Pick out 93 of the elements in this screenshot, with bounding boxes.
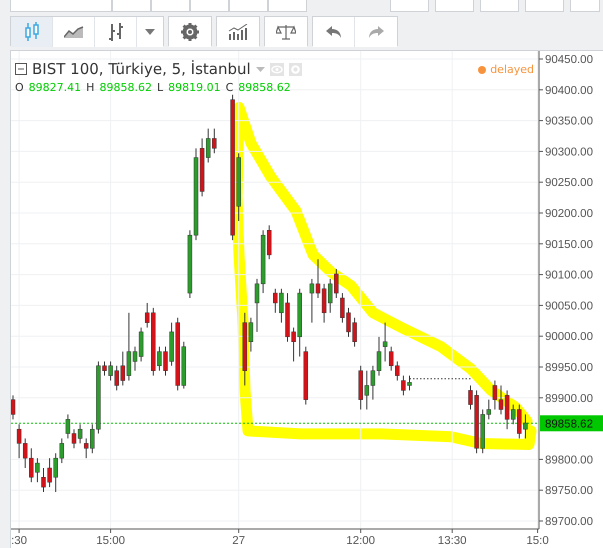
falling-candle <box>212 128 217 154</box>
falling-candle <box>84 438 88 459</box>
rising-candle <box>78 424 82 444</box>
ohlc-label: L <box>156 81 164 94</box>
time-label: 13:30 <box>438 535 467 547</box>
time-label: :30 <box>11 535 28 547</box>
ohlc-label: C <box>226 81 234 94</box>
price-label: 90350.00 <box>545 116 593 128</box>
falling-candle <box>517 404 522 439</box>
toolbar-stub <box>435 0 474 12</box>
time-label: 27 <box>232 535 246 547</box>
price-label: 90050.00 <box>545 300 593 312</box>
ohlc-label: H <box>86 81 94 94</box>
candlestick-button[interactable] <box>11 17 53 47</box>
toolbar-stub <box>525 0 564 12</box>
price-label: 90300.00 <box>545 146 593 158</box>
price-level-line <box>409 378 471 380</box>
area-chart-button[interactable] <box>53 17 95 47</box>
bar-chart-button[interactable] <box>95 17 137 47</box>
price-label: 89750.00 <box>545 485 593 498</box>
rising-candle <box>157 346 162 372</box>
undo-icon <box>326 26 342 38</box>
falling-candle <box>120 351 126 386</box>
rising-candle <box>206 128 210 163</box>
status-text: delayed <box>490 63 534 76</box>
caret-icon <box>145 29 155 35</box>
rising-candle <box>523 414 528 439</box>
price-label: 89900.00 <box>545 392 593 405</box>
ohlc-value: 89819.01 <box>168 81 221 94</box>
toolbar-stub <box>151 0 190 12</box>
falling-candle <box>72 428 76 449</box>
falling-candle <box>114 365 119 391</box>
falling-candle <box>304 346 308 406</box>
rising-candle <box>407 375 412 391</box>
time-label: 12:00 <box>346 535 376 547</box>
toolbar-stub <box>229 0 268 12</box>
price-label: 89950.00 <box>545 362 593 374</box>
balance-scale-icon <box>276 24 296 40</box>
falling-candle <box>266 224 272 260</box>
rising-candle <box>169 322 174 366</box>
toolbar-stub <box>190 0 229 12</box>
rising-candle <box>297 288 302 358</box>
rising-candle <box>279 288 284 324</box>
rising-candle <box>510 404 516 425</box>
current-price-label: 89858.62 <box>540 415 603 432</box>
ohlc-value: 89827.41 <box>28 81 82 94</box>
rising-candle <box>236 152 241 222</box>
rising-candle <box>486 399 492 420</box>
falling-candle <box>273 288 278 314</box>
rising-candle <box>53 452 58 493</box>
redo-icon <box>368 26 384 38</box>
price-label: 90000.00 <box>545 331 593 344</box>
area-chart-icon <box>64 26 84 38</box>
collapse-icon[interactable] <box>15 63 27 75</box>
rising-candle <box>328 278 332 314</box>
toolbar-stub <box>268 0 307 12</box>
undo-button[interactable] <box>313 17 355 47</box>
time-label: 15:00 <box>96 535 125 547</box>
falling-candle <box>200 138 204 197</box>
time-label: 15:0 <box>526 535 549 547</box>
rising-candle <box>182 341 186 390</box>
rising-candle <box>108 360 113 382</box>
price-label: 90100.00 <box>545 270 593 282</box>
toolbar-stub <box>480 0 519 12</box>
bar-chart-icon <box>108 22 124 42</box>
rising-candle <box>310 278 314 324</box>
price-label: 90150.00 <box>545 238 593 251</box>
symbol-title: BIST 100, Türkiye, 5, İstanbul <box>32 60 251 78</box>
price-label: 90250.00 <box>545 177 593 190</box>
falling-candle <box>29 448 34 483</box>
gear-icon <box>181 23 199 41</box>
price-label: 89700.00 <box>545 516 593 528</box>
ohlc-value: 89858.62 <box>238 81 291 94</box>
falling-candle <box>144 302 150 328</box>
falling-candle <box>358 365 363 410</box>
indicators-icon <box>228 24 248 40</box>
price-label: 90200.00 <box>545 208 593 220</box>
price-label: 90450.00 <box>545 54 593 66</box>
falling-candle <box>11 394 16 420</box>
falling-candle <box>388 346 394 372</box>
price-label: 89800.00 <box>545 454 593 466</box>
toolbar-stub <box>390 0 429 12</box>
rising-candle <box>35 458 40 483</box>
rising-candle <box>480 409 485 454</box>
ohlc-label: O <box>15 81 24 94</box>
ohlc-value: 89858.62 <box>99 81 152 94</box>
falling-candle <box>102 360 107 376</box>
falling-candle <box>151 307 156 376</box>
toolbar-stub <box>570 0 600 12</box>
falling-candle <box>163 346 168 376</box>
candlestick-icon <box>24 21 40 43</box>
price-label: 90400.00 <box>545 84 593 97</box>
status-dot-icon <box>478 66 486 74</box>
